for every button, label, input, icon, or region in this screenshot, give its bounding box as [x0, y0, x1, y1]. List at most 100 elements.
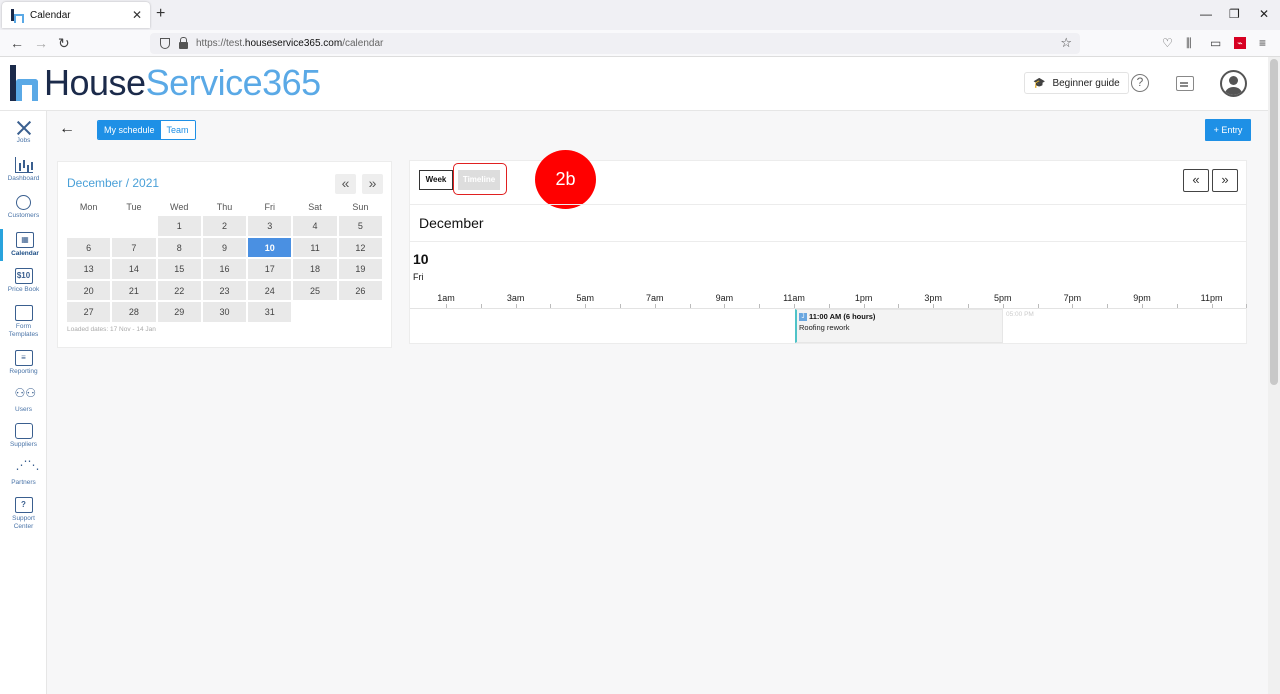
day-cell[interactable]: 17 — [247, 258, 293, 280]
pocket-icon[interactable]: ♡ — [1162, 36, 1173, 50]
bookmark-star-icon[interactable]: ☆ — [1060, 35, 1072, 51]
menu-icon[interactable]: ≡ — [1259, 36, 1266, 50]
day-cell[interactable]: 8 — [156, 236, 202, 258]
hour-tick — [898, 304, 900, 308]
hour-tick — [1072, 304, 1074, 308]
customers-icon — [16, 195, 31, 210]
beginner-guide-button[interactable]: 🎓 Beginner guide — [1024, 72, 1129, 94]
day-cell[interactable]: 10 — [247, 236, 293, 258]
sidebar-item-suppliers[interactable]: Suppliers — [0, 423, 47, 449]
day-cell[interactable]: 21 — [111, 279, 157, 301]
library-icon[interactable]: ⫼ — [1186, 36, 1192, 50]
browser-nav-bar: ← → ↻ https://test.houseservice365.com/c… — [0, 30, 1280, 57]
day-cell[interactable]: 31 — [247, 301, 293, 323]
day-cell[interactable]: 23 — [201, 279, 248, 301]
day-cell[interactable]: 20 — [66, 279, 112, 301]
event-title: Roofing rework — [799, 323, 850, 332]
day-cell[interactable]: 3 — [247, 215, 293, 237]
hour-tick — [620, 304, 621, 308]
tools-icon — [15, 119, 33, 135]
day-cell[interactable]: 6 — [66, 236, 112, 258]
help-icon[interactable]: ? — [1131, 74, 1149, 92]
day-cell[interactable]: 26 — [337, 279, 383, 301]
sidebar-item-form-templates[interactable]: Form Templates — [0, 305, 47, 339]
browser-tab[interactable]: Calendar ✕ — [2, 2, 150, 28]
forward-arrow-icon[interactable]: → — [34, 35, 48, 51]
day-cell[interactable]: 9 — [201, 236, 248, 258]
day-cell[interactable]: 28 — [111, 301, 157, 323]
tab-close-icon[interactable]: ✕ — [132, 8, 142, 22]
reload-icon[interactable]: ↻ — [58, 35, 70, 51]
scrollbar-thumb[interactable] — [1270, 59, 1278, 385]
new-tab-button[interactable]: + — [156, 6, 165, 22]
day-cell[interactable]: 16 — [201, 258, 248, 280]
back-button[interactable]: ← — [59, 120, 75, 138]
address-bar[interactable]: https://test.houseservice365.com/calenda… — [150, 33, 1080, 54]
weekday-header: Tue — [126, 202, 142, 212]
partners-network-icon — [15, 458, 40, 477]
add-entry-button[interactable]: + Entry — [1205, 119, 1251, 141]
day-cell[interactable]: 18 — [292, 258, 338, 280]
day-cell[interactable]: 4 — [292, 215, 338, 237]
window-close-button[interactable]: ✕ — [1259, 7, 1269, 21]
sidebar-item-partners[interactable]: Partners — [0, 458, 47, 487]
day-cell[interactable]: 15 — [156, 258, 202, 280]
week-view-button[interactable]: Week — [419, 170, 453, 190]
day-cell[interactable]: 2 — [201, 215, 248, 237]
day-cell[interactable]: 11 — [292, 236, 338, 258]
day-cell[interactable]: 30 — [201, 301, 248, 323]
day-cell[interactable]: 14 — [111, 258, 157, 280]
team-button[interactable]: Team — [160, 121, 195, 139]
scheduler-prev-button[interactable]: « — [1183, 169, 1209, 192]
calendar-icon: ▦ — [16, 232, 34, 248]
user-avatar-icon[interactable] — [1220, 70, 1247, 97]
day-cell[interactable]: 1 — [156, 215, 202, 237]
sidebar-label: Suppliers — [9, 441, 38, 448]
lock-icon[interactable] — [179, 37, 188, 49]
window-minimize-button[interactable]: — — [1200, 7, 1212, 21]
form-templates-icon — [14, 305, 33, 321]
back-arrow-icon[interactable]: ← — [10, 35, 24, 51]
day-cell[interactable]: 13 — [66, 258, 112, 280]
sidebar-item-reporting[interactable]: ≡ Reporting — [0, 350, 47, 376]
day-cell[interactable]: 22 — [156, 279, 202, 301]
window-restore-button[interactable]: ❐ — [1229, 7, 1240, 21]
day-cell[interactable]: 27 — [66, 301, 112, 323]
sidebar-item-support-center[interactable]: ? Support Center — [0, 497, 47, 531]
day-cell[interactable]: 5 — [337, 215, 383, 237]
day-cell[interactable]: 24 — [247, 279, 293, 301]
documents-icon[interactable] — [1176, 76, 1194, 91]
sidebar-item-dashboard[interactable]: Dashboard — [0, 157, 47, 183]
sidebar-label: Form Templates — [8, 323, 39, 338]
sidebar-toggle-icon[interactable]: ▭ — [1210, 36, 1221, 50]
tracking-shield-icon[interactable] — [160, 38, 170, 49]
weekday-header: Sun — [352, 202, 369, 212]
day-cell[interactable]: 12 — [337, 236, 383, 258]
my-schedule-button[interactable]: My schedule — [98, 121, 161, 139]
sidebar-label: Support Center — [12, 515, 35, 530]
day-cell[interactable]: 29 — [156, 301, 202, 323]
mini-calendar-prev-button[interactable]: « — [335, 174, 356, 194]
sidebar-item-jobs[interactable]: Jobs — [0, 119, 47, 145]
bar-chart-icon — [14, 157, 33, 173]
reporting-icon: ≡ — [14, 350, 33, 366]
sidebar-item-price-book[interactable]: $10 Price Book — [0, 268, 47, 294]
sidebar-item-calendar[interactable]: ▦ Calendar — [0, 229, 47, 261]
day-cell[interactable]: 19 — [337, 258, 383, 280]
hour-label: 3am — [506, 293, 525, 303]
scheduler-next-button[interactable]: » — [1212, 169, 1238, 192]
day-cell[interactable]: 25 — [292, 279, 338, 301]
sidebar-item-users[interactable]: Users — [0, 386, 47, 414]
pdf-extension-icon[interactable]: ⌁ — [1234, 37, 1246, 49]
sidebar-item-customers[interactable]: Customers — [0, 195, 47, 220]
app-header: HouseService365 🎓 Beginner guide ? — [0, 57, 1268, 111]
mini-calendar-next-button[interactable]: » — [362, 174, 383, 194]
houseservice365-logo[interactable]: HouseService365 — [6, 63, 321, 103]
calendar-event[interactable]: J 11:00 AM (6 hours) Roofing rework — [795, 309, 1003, 343]
page-scrollbar[interactable] — [1268, 57, 1280, 694]
hour-tick — [1037, 304, 1039, 308]
hour-tick — [759, 304, 761, 308]
hour-label: 11am — [783, 293, 805, 303]
empty-day-cell — [337, 301, 383, 323]
day-cell[interactable]: 7 — [111, 236, 157, 258]
